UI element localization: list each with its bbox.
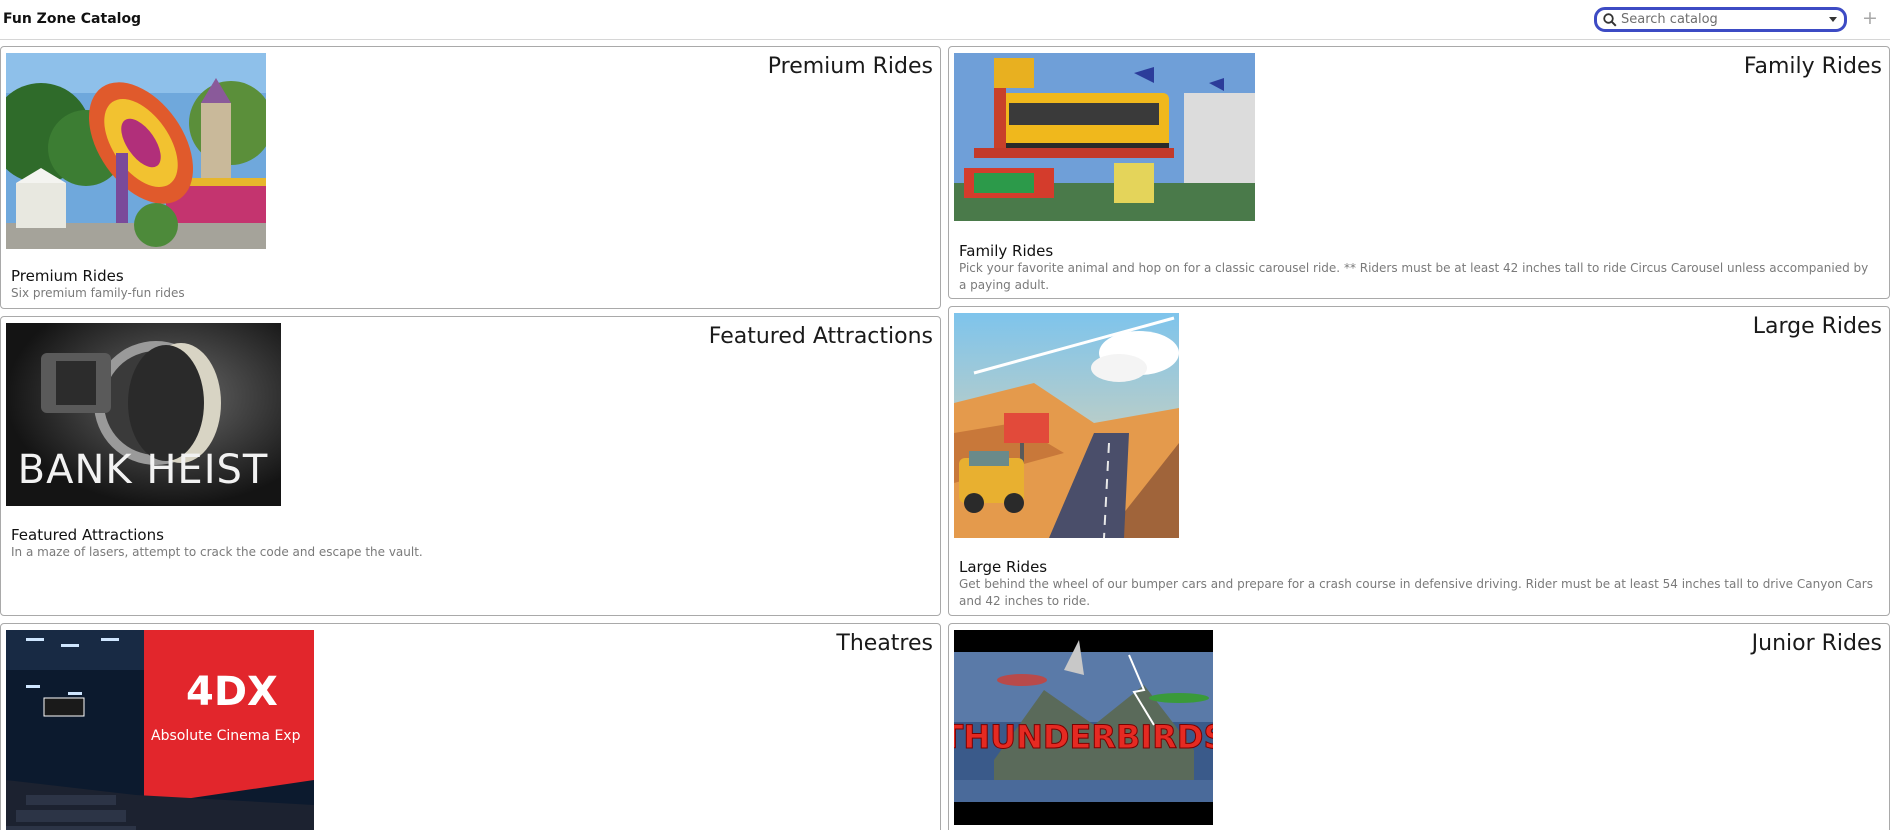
card-title[interactable]: Featured Attractions (11, 526, 164, 544)
card-description: Six premium family-fun rides (11, 286, 185, 300)
app-title: Fun Zone Catalog (3, 11, 142, 27)
search-input[interactable] (1621, 11, 1821, 28)
card-image-family-rides[interactable] (954, 53, 1255, 221)
card-heading: Large Rides (1752, 314, 1882, 339)
catalog-card-large-rides[interactable]: Large Rides Large Rides Get behind the w… (948, 306, 1890, 616)
top-bar: Fun Zone Catalog + (0, 0, 1890, 40)
card-heading: Premium Rides (767, 54, 933, 79)
catalog-card-premium-rides[interactable]: Premium Rides Premium Rides Six premium … (0, 46, 941, 309)
card-title[interactable]: Premium Rides (11, 267, 124, 285)
card-image-junior-rides[interactable]: THUNDERBIRDS (954, 630, 1213, 825)
card-description: Pick your favorite animal and hop on for… (959, 261, 1869, 292)
catalog-card-theatres[interactable]: 4DX Absolute Cinema Exp Theatres (0, 623, 941, 830)
card-description: In a maze of lasers, attempt to crack th… (11, 545, 423, 559)
image-caption: BANK HEIST (18, 447, 269, 493)
chevron-down-icon[interactable] (1829, 17, 1837, 22)
card-image-large-rides[interactable] (954, 313, 1179, 538)
search-icon (1603, 13, 1617, 27)
search-box[interactable] (1594, 7, 1847, 32)
card-title[interactable]: Family Rides (959, 242, 1053, 260)
card-heading: Featured Attractions (708, 324, 933, 349)
card-image-featured-attractions[interactable]: BANK HEIST (6, 323, 281, 506)
card-image-premium-rides[interactable] (6, 53, 266, 249)
image-caption: 4DX (186, 669, 278, 715)
card-heading: Family Rides (1743, 54, 1882, 79)
card-image-theatres[interactable]: 4DX Absolute Cinema Exp (6, 630, 314, 830)
add-button[interactable]: + (1860, 6, 1880, 30)
card-title[interactable]: Large Rides (959, 558, 1047, 576)
image-subcaption: Absolute Cinema Exp (151, 728, 301, 744)
card-description: Get behind the wheel of our bumper cars … (959, 577, 1873, 608)
card-heading: Theatres (836, 631, 933, 656)
image-caption: THUNDERBIRDS (954, 718, 1213, 756)
card-heading: Junior Rides (1751, 631, 1882, 656)
catalog-card-family-rides[interactable]: Family Rides Family Rides Pick your favo… (948, 46, 1890, 299)
catalog-card-junior-rides[interactable]: THUNDERBIRDS Junior Rides (948, 623, 1890, 830)
catalog-card-featured-attractions[interactable]: BANK HEIST Featured Attractions Featured… (0, 316, 941, 616)
